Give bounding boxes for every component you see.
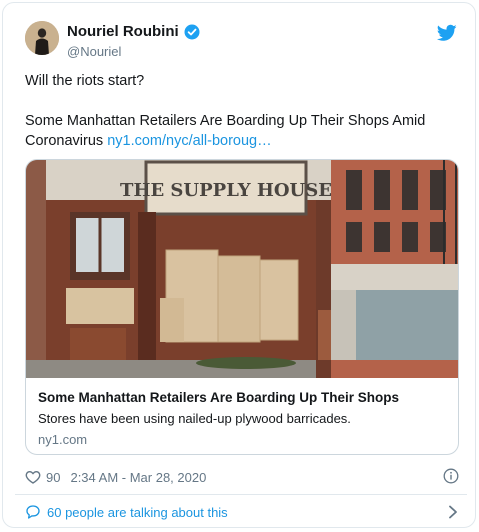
- speech-bubble-icon: [26, 505, 40, 519]
- tweet-link[interactable]: ny1.com/nyc/all-boroug…: [107, 133, 271, 149]
- link-card-description: Stores have been using nailed-up plywood…: [38, 411, 351, 426]
- twitter-bird-icon[interactable]: [437, 24, 457, 42]
- user-handle[interactable]: @Nouriel: [67, 44, 121, 59]
- link-card-title[interactable]: Some Manhattan Retailers Are Boarding Up…: [38, 389, 448, 406]
- conversation-link[interactable]: 60 people are talking about this: [25, 502, 459, 522]
- talking-count-text[interactable]: 60 people are talking about this: [47, 505, 228, 520]
- author-name-row[interactable]: Nouriel Roubini: [67, 23, 200, 40]
- display-name[interactable]: Nouriel Roubini: [67, 23, 179, 40]
- link-card-domain: ny1.com: [38, 432, 88, 447]
- like-count[interactable]: 90: [46, 470, 60, 485]
- avatar[interactable]: [25, 21, 59, 55]
- tweet-meta-row: 90 2:34 AM - Mar 28, 2020: [25, 468, 459, 486]
- tweet-timestamp[interactable]: 2:34 AM - Mar 28, 2020: [70, 470, 206, 485]
- divider: [15, 494, 467, 495]
- storefront-photo: THE SUPPLY HOUSE: [26, 160, 458, 378]
- link-preview-card[interactable]: THE SUPPLY HOUSE Some Manhattan Retailer…: [25, 159, 459, 455]
- tweet-card: Nouriel Roubini @Nouriel Will the riots …: [2, 2, 476, 528]
- avatar-photo: [25, 21, 59, 55]
- tweet-line: Some Manhattan Retailers Are Boarding Up…: [25, 111, 445, 151]
- tweet-text: Will the riots start? Some Manhattan Ret…: [25, 71, 445, 151]
- heart-icon[interactable]: [25, 469, 41, 485]
- chevron-right-icon[interactable]: [447, 505, 459, 519]
- tweet-line: Will the riots start?: [25, 73, 145, 89]
- verified-badge-icon: [184, 24, 200, 39]
- info-icon[interactable]: [443, 468, 459, 484]
- shop-sign-text: THE SUPPLY HOUSE: [120, 180, 332, 201]
- link-card-body[interactable]: Some Manhattan Retailers Are Boarding Up…: [26, 378, 458, 454]
